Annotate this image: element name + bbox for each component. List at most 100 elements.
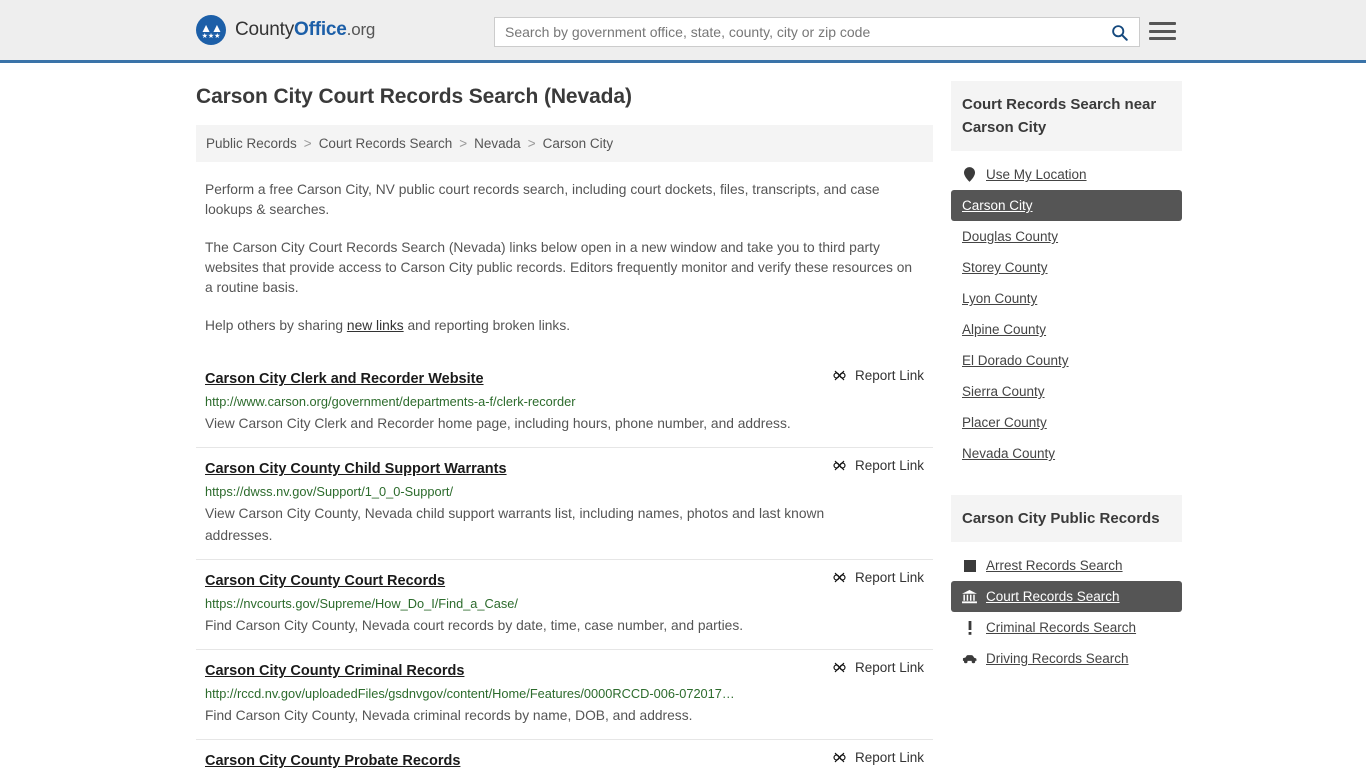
intro-paragraph-1: Perform a free Carson City, NV public co… (205, 182, 880, 217)
report-link-label: Report Link (854, 660, 924, 675)
report-link-button[interactable]: Report Link (832, 750, 924, 765)
search-button[interactable] (1099, 18, 1139, 46)
hamburger-bar (1149, 22, 1176, 25)
main-content: Carson City Court Records Search (Nevada… (196, 63, 933, 768)
stars-glyph: ★★★ (201, 33, 221, 40)
car-icon (962, 651, 977, 666)
report-link-button[interactable]: Report Link (832, 660, 924, 675)
result-description: View Carson City County, Nevada child su… (205, 506, 825, 543)
report-link-button[interactable]: Report Link (832, 570, 924, 585)
new-links-link[interactable]: new links (347, 318, 404, 333)
breadcrumb-item-public-records[interactable]: Public Records (206, 136, 297, 151)
sidebar-item-label: Court Records Search (986, 589, 1120, 604)
result-url: http://rccd.nv.gov/uploadedFiles/gsdnvgo… (205, 686, 735, 701)
search-input[interactable] (495, 18, 1099, 46)
result-title-link[interactable]: Carson City County Probate Records (205, 753, 460, 768)
results-list: Carson City Clerk and Recorder Website R… (196, 358, 933, 768)
broken-link-icon (833, 370, 846, 381)
breadcrumb-item-nevada[interactable]: Nevada (474, 136, 521, 151)
hamburger-bar (1149, 37, 1176, 40)
result-description: View Carson City Clerk and Recorder home… (205, 416, 791, 431)
sidebar-public-records-box: Carson City Public Records Arrest Record… (951, 495, 1182, 674)
result-header: Carson City County Probate Records Repor… (205, 750, 924, 768)
result-title-link[interactable]: Carson City County Child Support Warrant… (205, 461, 507, 477)
sidebar-item-label: Douglas County (962, 229, 1059, 244)
breadcrumb-separator: > (303, 136, 312, 151)
search-bar[interactable] (494, 17, 1140, 47)
result-item: Carson City County Child Support Warrant… (196, 447, 933, 559)
result-description: Find Carson City County, Nevada court re… (205, 618, 744, 633)
broken-link-icon (833, 572, 846, 583)
logo-text-county: County (235, 19, 295, 40)
result-title-link[interactable]: Carson City County Court Records (205, 573, 445, 589)
intro-p3-after: and reporting broken links. (403, 318, 571, 333)
site-header: ▲▲ ★★★ CountyOffice.org (0, 0, 1366, 63)
sidebar-item-label: Criminal Records Search (986, 620, 1137, 635)
courthouse-icon (962, 589, 977, 604)
report-link-button[interactable]: Report Link (832, 368, 924, 383)
sidebar-item-label: Placer County (962, 415, 1047, 430)
sidebar-item-el-dorado-county[interactable]: El Dorado County (951, 345, 1182, 376)
result-item: Carson City Clerk and Recorder Website R… (196, 358, 933, 447)
report-link-label: Report Link (854, 750, 924, 765)
map-pin-icon (962, 167, 977, 182)
sidebar: Court Records Search near Carson City Us… (951, 63, 1182, 680)
intro-paragraph-3: Help others by sharing new links and rep… (205, 316, 917, 336)
sidebar-item-use-my-location[interactable]: Use My Location (951, 159, 1182, 190)
page-container: Carson City Court Records Search (Nevada… (0, 63, 1366, 768)
broken-link-icon (833, 662, 846, 673)
report-link-button[interactable]: Report Link (832, 458, 924, 473)
sidebar-item-nevada-county[interactable]: Nevada County (951, 438, 1182, 469)
result-title-link[interactable]: Carson City Clerk and Recorder Website (205, 371, 484, 387)
sidebar-item-placer-county[interactable]: Placer County (951, 407, 1182, 438)
result-url: http://www.carson.org/government/departm… (205, 394, 576, 409)
sidebar-item-storey-county[interactable]: Storey County (951, 252, 1182, 283)
sidebar-item-label: Sierra County (962, 384, 1045, 399)
result-description: Find Carson City County, Nevada criminal… (205, 708, 693, 723)
result-header: Carson City County Child Support Warrant… (205, 458, 924, 477)
sidebar-public-records-list: Arrest Records Search Court Records Sear… (951, 550, 1182, 674)
page-title: Carson City Court Records Search (Nevada… (196, 85, 632, 108)
site-logo[interactable]: ▲▲ ★★★ CountyOffice.org (196, 15, 375, 45)
breadcrumb-separator: > (459, 136, 468, 151)
exclamation-icon (962, 620, 977, 635)
result-title-link[interactable]: Carson City County Criminal Records (205, 663, 464, 679)
intro-p3-before: Help others by sharing (205, 318, 347, 333)
breadcrumb-separator: > (527, 136, 536, 151)
sidebar-public-records-heading: Carson City Public Records (951, 495, 1182, 542)
report-link-label: Report Link (854, 458, 924, 473)
broken-link-icon (833, 752, 846, 763)
sidebar-item-court-records-search[interactable]: Court Records Search (951, 581, 1182, 612)
sidebar-item-label: Storey County (962, 260, 1048, 275)
hamburger-menu-icon[interactable] (1149, 19, 1176, 43)
sidebar-item-label: Lyon County (962, 291, 1038, 306)
result-url: https://nvcourts.gov/Supreme/How_Do_I/Fi… (205, 596, 518, 611)
sidebar-item-douglas-county[interactable]: Douglas County (951, 221, 1182, 252)
sidebar-nearby-box: Court Records Search near Carson City Us… (951, 81, 1182, 469)
report-link-label: Report Link (854, 368, 924, 383)
countyoffice-logo-icon: ▲▲ ★★★ (196, 15, 226, 45)
result-item: Carson City County Court Records Report … (196, 559, 933, 649)
logo-text-org: .org (346, 20, 376, 39)
logo-text: CountyOffice.org (235, 19, 375, 41)
result-header: Carson City County Court Records Report … (205, 570, 924, 589)
result-header: Carson City Clerk and Recorder Website R… (205, 368, 924, 387)
sidebar-item-driving-records-search[interactable]: Driving Records Search (951, 643, 1182, 674)
logo-text-office: Office (294, 19, 347, 40)
sidebar-item-carson-city[interactable]: Carson City (951, 190, 1182, 221)
sidebar-item-label: Carson City (962, 198, 1033, 213)
sidebar-item-criminal-records-search[interactable]: Criminal Records Search (951, 612, 1182, 643)
sidebar-item-arrest-records-search[interactable]: Arrest Records Search (951, 550, 1182, 581)
result-header: Carson City County Criminal Records Repo… (205, 660, 924, 679)
square-icon (962, 558, 977, 573)
sidebar-item-label: Nevada County (962, 446, 1056, 461)
result-url: https://dwss.nv.gov/Support/1_0_0-Suppor… (205, 484, 454, 499)
sidebar-item-lyon-county[interactable]: Lyon County (951, 283, 1182, 314)
breadcrumb-item-carson-city: Carson City (542, 136, 614, 151)
sidebar-item-alpine-county[interactable]: Alpine County (951, 314, 1182, 345)
result-item: Carson City County Probate Records Repor… (196, 739, 933, 768)
breadcrumb-item-court-records-search[interactable]: Court Records Search (319, 136, 453, 151)
sidebar-item-label: El Dorado County (962, 353, 1069, 368)
sidebar-item-sierra-county[interactable]: Sierra County (951, 376, 1182, 407)
broken-link-icon (833, 460, 846, 471)
